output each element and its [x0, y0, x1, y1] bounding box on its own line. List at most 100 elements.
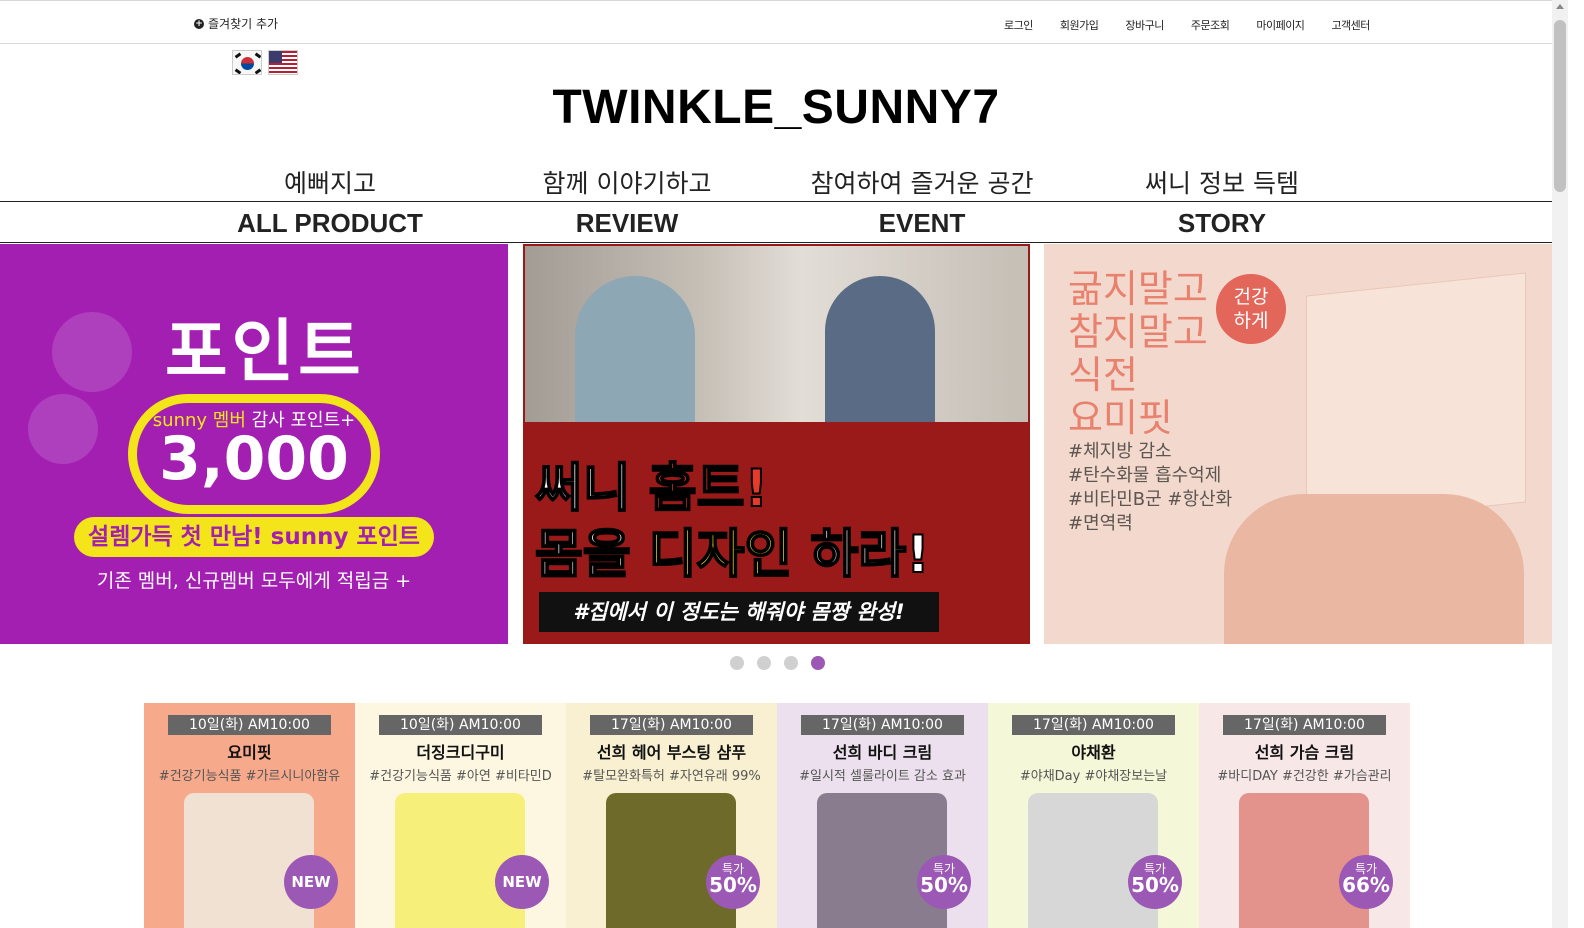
- point-banner-pill: 설렘가득 첫 만남! sunny 포인트: [74, 517, 434, 557]
- product-release-date: 10일(화) AM10:00: [168, 715, 331, 735]
- korean-flag-icon[interactable]: [232, 50, 262, 75]
- home-training-banner[interactable]: 써니 홈트! 몸을 디자인 하라! #집에서 이 정도는 해줘야 몸짱 완성!: [523, 244, 1030, 644]
- signup-link[interactable]: 회원가입: [1060, 17, 1099, 33]
- top-utility-bar: + 즐겨찾기 추가 로그인 회원가입 장바구니 주문조회 마이페이지 고객센터: [0, 0, 1568, 44]
- product-card[interactable]: 17일(화) AM10:00 선희 헤어 부스팅 샴푸 #탈모완화특허 #자연유래 …: [566, 703, 777, 928]
- point-banner-note: 기존 멤버, 신규멤버 모두에게 적립금 +: [96, 570, 412, 592]
- sale-badge-percent: 66%: [1342, 873, 1390, 897]
- product-box-image: [1306, 272, 1526, 526]
- product-name: 선희 가슴 크림: [1254, 743, 1355, 762]
- hand-image: [1224, 494, 1524, 644]
- product-release-date: 17일(화) AM10:00: [590, 715, 753, 735]
- product-tags: #야채Day #야채장보는날: [1019, 769, 1168, 784]
- new-badge: NEW: [284, 855, 338, 909]
- product-list: 10일(화) AM10:00 요미핏 #건강기능식품 #가르시니아함유 NEW 10일(…: [144, 703, 1410, 928]
- product-tags: #일시적 셀룰라이트 감소 효과: [799, 769, 966, 784]
- top-links: 로그인 회원가입 장바구니 주문조회 마이페이지 고객센터: [1004, 17, 1397, 33]
- product-release-date: 17일(화) AM10:00: [1012, 715, 1175, 735]
- product-name: 더징크디구미: [416, 743, 505, 762]
- nav-subtitle-review: 함께 이야기하고: [542, 169, 712, 198]
- home-training-line1-a: 써니: [534, 458, 649, 520]
- product-tags: #건강기능식품 #아연 #비타민D: [369, 769, 552, 784]
- nav-subtitle-story: 써니 정보 득템: [1145, 169, 1299, 198]
- nav-subtitle-products: 예뻐지고: [283, 169, 377, 198]
- sale-badge: 특가 50%: [1128, 855, 1182, 909]
- slider-dot[interactable]: [784, 656, 798, 670]
- home-training-line2-a: 몸을: [534, 524, 649, 586]
- point-event-banner[interactable]: 포인트 sunny 멤버 감사 포인트+ 3,000 설렘가득 첫 만남! su…: [0, 244, 508, 644]
- site-logo[interactable]: TWINKLE_SUNNY7: [0, 80, 1552, 135]
- nav-all-product[interactable]: ALL PRODUCT: [237, 208, 423, 239]
- product-name: 선희 헤어 부스팅 샴푸: [596, 743, 747, 762]
- decorative-dot: [52, 312, 132, 392]
- login-link[interactable]: 로그인: [1004, 17, 1033, 33]
- product-card[interactable]: 17일(화) AM10:00 선희 가슴 크림 #바디DAY #건강한 #가슴관리특…: [1199, 703, 1410, 928]
- sale-badge: 특가 50%: [706, 855, 760, 909]
- scroll-up-arrow-icon[interactable]: [1556, 4, 1564, 9]
- product-card[interactable]: 10일(화) AM10:00 더징크디구미 #건강기능식품 #아연 #비타민D NEW: [355, 703, 566, 928]
- nav-story[interactable]: STORY: [1178, 208, 1266, 239]
- product-tags: #탈모완화특허 #자연유래 99%: [582, 769, 761, 784]
- sale-badge-percent: 50%: [709, 873, 757, 897]
- yomifit-headline-line: 굶지말고: [1068, 267, 1208, 311]
- new-badge: NEW: [495, 855, 549, 909]
- plus-icon: +: [194, 18, 204, 29]
- product-tags: #바디DAY #건강한 #가슴관리: [1217, 769, 1392, 784]
- nav-subtitle-event: 참여하여 즐거운 공간: [810, 169, 1034, 198]
- sale-badge: 특가 66%: [1339, 855, 1393, 909]
- nav-divider-top: [0, 201, 1552, 202]
- yomifit-tags: #체지방 감소 #탄수화물 흡수억제 #비타민B군 #항산화 #면역력: [1068, 440, 1232, 536]
- yomifit-badge-line: 하게: [1233, 310, 1269, 332]
- home-training-line2: 몸을 디자인 하라!: [534, 512, 931, 587]
- yomifit-tag: #체지방 감소: [1068, 441, 1172, 462]
- product-release-date: 17일(화) AM10:00: [1223, 715, 1386, 735]
- home-training-line1-b: 홈트!: [648, 458, 769, 520]
- scrollbar-thumb[interactable]: [1554, 20, 1566, 192]
- product-name: 요미핏: [227, 743, 272, 762]
- product-name: 선희 바디 크림: [832, 743, 933, 762]
- slider-pagination: [730, 656, 825, 670]
- slider-dot[interactable]: [730, 656, 744, 670]
- yomifit-badge-line: 건강: [1233, 286, 1269, 308]
- sale-badge-percent: 50%: [920, 873, 968, 897]
- sale-badge-percent: 50%: [1131, 873, 1179, 897]
- home-training-line2-b: 디자인: [648, 524, 794, 586]
- yomifit-headline-line: 참지말고: [1068, 310, 1208, 354]
- product-card[interactable]: 10일(화) AM10:00 요미핏 #건강기능식품 #가르시니아함유 NEW: [144, 703, 355, 928]
- product-card[interactable]: 17일(화) AM10:00 야채환 #야채Day #야채장보는날특가 50%: [988, 703, 1199, 928]
- nav-divider-bottom: [0, 242, 1552, 243]
- us-flag-icon[interactable]: [268, 50, 298, 75]
- slider-dot[interactable]: [757, 656, 771, 670]
- product-tags: #건강기능식품 #가르시니아함유: [158, 769, 341, 784]
- order-lookup-link[interactable]: 주문조회: [1191, 17, 1230, 33]
- point-banner-title: 포인트: [165, 313, 365, 392]
- yomifit-tag: #탄수화물 흡수억제: [1068, 465, 1222, 486]
- customer-center-link[interactable]: 고객센터: [1331, 17, 1370, 33]
- yomifit-tag: #면역력: [1068, 513, 1133, 534]
- home-training-line2-c: 하라!: [792, 524, 930, 586]
- product-name: 야채환: [1071, 743, 1116, 762]
- page-scrollbar[interactable]: [1552, 0, 1568, 928]
- yomifit-headline: 굶지말고 참지말고 식전 요미핏: [1068, 268, 1208, 440]
- sale-badge: 특가 50%: [917, 855, 971, 909]
- yomifit-tag: #비타민B군 #항산화: [1068, 489, 1233, 510]
- mypage-link[interactable]: 마이페이지: [1256, 17, 1305, 33]
- language-selector: [232, 50, 298, 75]
- yomifit-banner[interactable]: 굶지말고 참지말고 식전 요미핏 건강 하게 #체지방 감소 #탄수화물 흡수억…: [1044, 244, 1552, 644]
- nav-review[interactable]: REVIEW: [576, 208, 679, 239]
- bookmark-label: 즐겨찾기 추가: [208, 17, 279, 31]
- product-card[interactable]: 17일(화) AM10:00 선희 바디 크림 #일시적 셀룰라이트 감소 효과특가…: [777, 703, 988, 928]
- slider-dot[interactable]: [811, 656, 825, 670]
- cart-link[interactable]: 장바구니: [1125, 17, 1164, 33]
- home-training-line1: 써니 홈트!: [534, 446, 769, 521]
- home-training-caption: #집에서 이 정도는 해줘야 몸짱 완성!: [539, 592, 939, 632]
- yomifit-headline-line: 식전: [1068, 353, 1138, 397]
- bookmark-add-button[interactable]: + 즐겨찾기 추가: [194, 15, 278, 32]
- category-nav: 예뻐지고 함께 이야기하고 참여하여 즐거운 공간 써니 정보 득템 ALL P…: [0, 160, 1552, 244]
- yomifit-headline-line: 요미핏: [1068, 396, 1173, 440]
- nav-event[interactable]: EVENT: [879, 208, 966, 239]
- product-release-date: 10일(화) AM10:00: [379, 715, 542, 735]
- point-banner-amount: 3,000: [159, 424, 349, 494]
- yomifit-badge: 건강 하게: [1216, 274, 1286, 344]
- product-release-date: 17일(화) AM10:00: [801, 715, 964, 735]
